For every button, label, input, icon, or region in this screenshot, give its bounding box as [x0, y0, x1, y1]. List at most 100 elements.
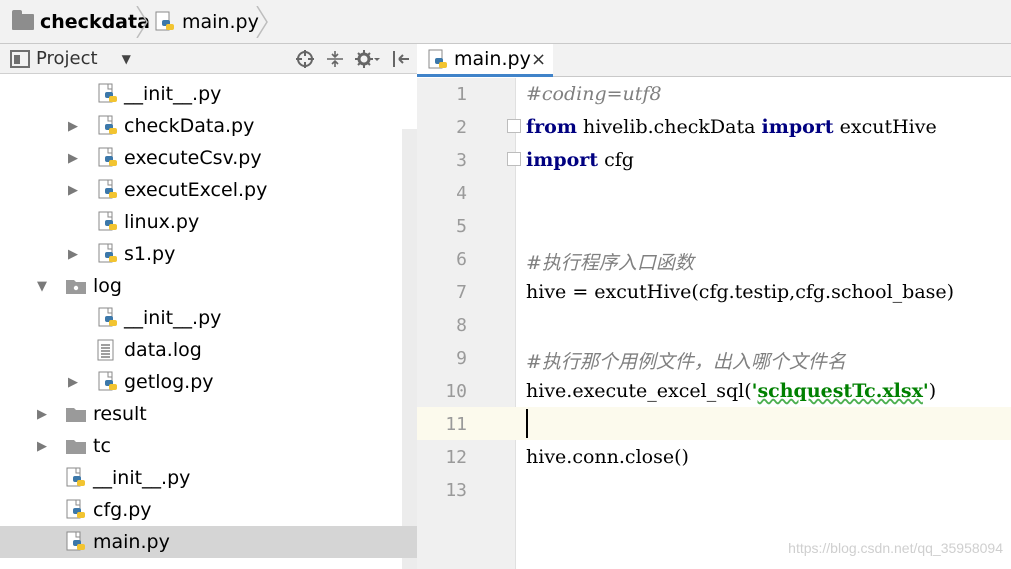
text-cursor	[526, 409, 528, 438]
tree-item-label: main.py	[93, 531, 170, 553]
python-file-icon	[98, 115, 117, 135]
line-number: 10	[445, 381, 467, 402]
breadcrumb-file[interactable]: main.py	[154, 0, 259, 44]
line-number: 4	[456, 183, 467, 204]
close-icon[interactable]: ×	[531, 49, 546, 70]
tree-item-label: executeCsv.py	[124, 147, 262, 169]
tree-scrollbar[interactable]	[402, 129, 417, 569]
python-file-icon	[98, 211, 117, 231]
tab-label: main.py	[454, 48, 531, 70]
tree-item-label: tc	[93, 435, 111, 457]
breadcrumb-separator-icon	[136, 6, 148, 38]
breadcrumb-file-label: main.py	[182, 11, 259, 33]
tree-item-label: linux.py	[124, 211, 200, 233]
code-line-6: #执行程序入口函数	[526, 252, 694, 274]
line-number: 9	[456, 348, 467, 369]
python-file-icon	[155, 11, 174, 31]
tree-item-label: data.log	[124, 339, 202, 361]
collapsed-arrow-icon[interactable]: ▶	[65, 151, 81, 166]
python-file-icon	[98, 307, 117, 327]
line-number: 8	[456, 315, 467, 336]
project-panel-title: Project	[36, 48, 98, 69]
code-line-7: hive = excutHive(cfg.testip,cfg.school_b…	[526, 281, 955, 303]
python-file-icon	[98, 243, 117, 263]
python-file-icon	[98, 179, 117, 199]
python-file-icon	[98, 147, 117, 167]
log-file-icon	[97, 339, 114, 361]
tab-main-py[interactable]: main.py ×	[417, 44, 553, 77]
tree-item[interactable]: linux.py	[0, 206, 402, 238]
expanded-arrow-icon[interactable]: ▼	[34, 279, 50, 294]
fold-marker-icon[interactable]	[507, 119, 521, 133]
line-number: 13	[445, 480, 467, 501]
line-number: 6	[456, 249, 467, 270]
line-number: 12	[445, 447, 467, 468]
tree-item[interactable]: ▶ s1.py	[0, 238, 402, 270]
tree-item-label: executExcel.py	[124, 179, 268, 201]
line-number: 1	[456, 84, 467, 105]
tree-item[interactable]: ▶ executeCsv.py	[0, 142, 402, 174]
collapse-all-icon[interactable]	[325, 49, 345, 69]
line-number: 7	[456, 282, 467, 303]
tree-item[interactable]: cfg.py	[0, 494, 402, 526]
tree-item-label: checkData.py	[124, 115, 255, 137]
tree-item[interactable]: __init__.py	[0, 302, 402, 334]
package-folder-icon	[66, 280, 86, 294]
tree-item[interactable]: __init__.py	[0, 462, 402, 494]
code-line-1: #coding=utf8	[526, 83, 662, 105]
chevron-down-icon[interactable]: ▼	[122, 52, 131, 66]
fold-marker-icon[interactable]	[507, 152, 521, 166]
breadcrumb-separator-icon	[256, 6, 268, 38]
tree-item[interactable]: ▶ getlog.py	[0, 366, 402, 398]
line-number: 11	[445, 414, 467, 435]
python-file-icon	[66, 499, 85, 519]
folder-icon	[12, 10, 34, 30]
hide-panel-icon[interactable]	[391, 49, 411, 69]
tree-item-label: __init__.py	[124, 307, 222, 329]
tree-item[interactable]: ▶ tc	[0, 430, 402, 462]
gear-icon[interactable]	[355, 49, 381, 69]
tree-item-label: __init__.py	[124, 83, 222, 105]
tree-item[interactable]: ▶ checkData.py	[0, 110, 402, 142]
collapsed-arrow-icon[interactable]: ▶	[65, 247, 81, 262]
breadcrumb-project[interactable]: checkdata	[12, 0, 150, 44]
collapsed-arrow-icon[interactable]: ▶	[65, 183, 81, 198]
python-file-icon	[66, 467, 85, 487]
line-number: 2	[456, 117, 467, 138]
collapsed-arrow-icon[interactable]: ▶	[65, 119, 81, 134]
python-file-icon	[428, 49, 447, 69]
editor-tab-bar: main.py ×	[417, 44, 1011, 77]
collapsed-arrow-icon[interactable]: ▶	[34, 439, 50, 454]
project-panel-header: Project ▼	[0, 44, 417, 74]
code-line-12: hive.conn.close()	[526, 446, 689, 468]
python-file-icon	[98, 83, 117, 103]
tree-item[interactable]: ▶ result	[0, 398, 402, 430]
code-line-2: from hivelib.checkData import excutHive	[526, 116, 937, 138]
code-line-3: import cfg	[526, 149, 634, 171]
python-file-icon	[66, 531, 85, 551]
locate-icon[interactable]	[295, 49, 315, 69]
tree-item[interactable]: ▼ log	[0, 270, 402, 302]
tree-item[interactable]: ▶ executExcel.py	[0, 174, 402, 206]
collapsed-arrow-icon[interactable]: ▶	[34, 407, 50, 422]
line-number: 5	[456, 216, 467, 237]
watermark: https://blog.csdn.net/qq_35958094	[788, 540, 1003, 556]
tree-item-label: log	[93, 275, 122, 297]
tree-item-label: result	[93, 403, 147, 425]
python-file-icon	[98, 371, 117, 391]
tree-item[interactable]: __init__.py	[0, 78, 402, 110]
tree-item-label: __init__.py	[93, 467, 191, 489]
navigation-breadcrumb: checkdata main.py	[0, 0, 1011, 44]
tree-item-label: s1.py	[124, 243, 176, 265]
folder-icon	[66, 440, 86, 454]
collapsed-arrow-icon[interactable]: ▶	[65, 375, 81, 390]
project-icon	[10, 49, 30, 68]
tree-item-label: getlog.py	[124, 371, 214, 393]
code-line-10: hive.execute_excel_sql('schquestTc.xlsx'…	[526, 380, 937, 402]
tree-item-label: cfg.py	[93, 499, 152, 521]
tree-item[interactable]: data.log	[0, 334, 402, 366]
code-line-9: #执行那个用例文件，出入哪个文件名	[526, 351, 846, 373]
tree-item[interactable]: main.py	[0, 526, 417, 558]
line-number: 3	[456, 150, 467, 171]
project-view-selector[interactable]: Project ▼	[10, 48, 131, 69]
